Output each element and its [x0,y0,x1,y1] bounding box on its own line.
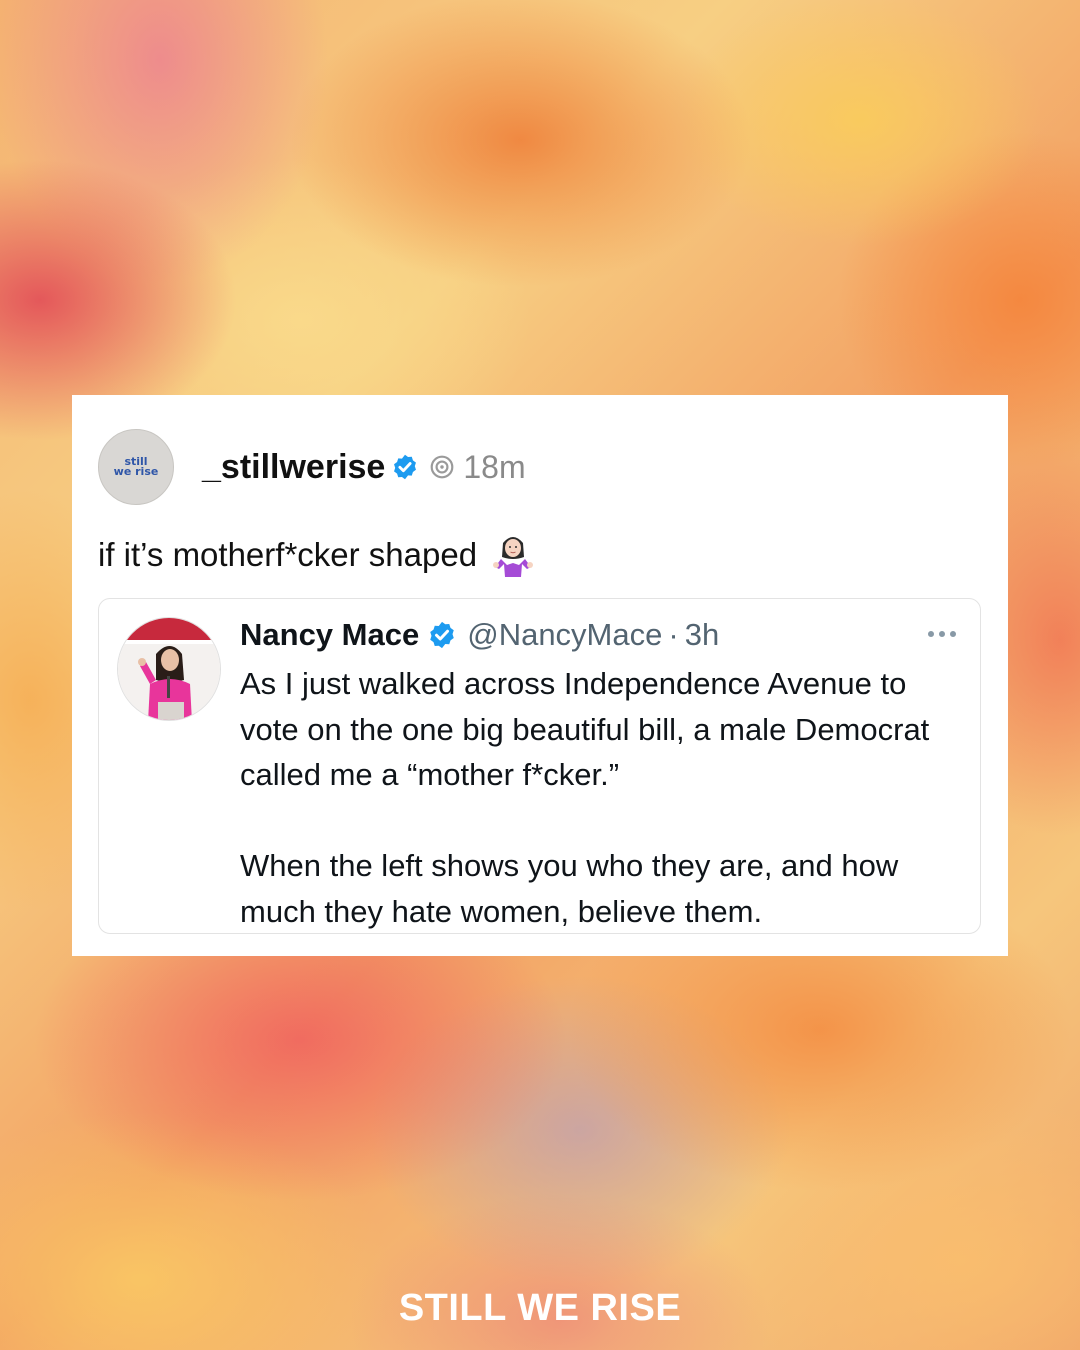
quoted-tweet[interactable]: Nancy Mace @NancyMace · 3h As I just wal… [98,598,981,934]
quoted-author-photo [118,618,220,720]
quoted-author-handle[interactable]: @NancyMace [467,617,662,653]
post-card: still we rise _stillwerise 18m if it’s m… [72,395,1008,956]
quoted-tweet-paragraph: When the left shows you who they are, an… [240,848,899,929]
quoted-tweet-body: As I just walked across Independence Ave… [240,661,970,934]
post-time: 18m [463,448,526,485]
more-options-icon[interactable] [926,629,958,639]
post-header: still we rise _stillwerise 18m [98,429,526,505]
separator-dot: · [668,617,679,652]
quoted-author-name[interactable]: Nancy Mace [240,617,419,653]
threads-icon [430,455,454,479]
woman-shrugging-icon [493,537,534,577]
quoted-author-avatar[interactable] [117,617,221,721]
quoted-tweet-paragraph: As I just walked across Independence Ave… [240,666,930,792]
avatar-logo: still we rise [113,455,159,478]
profile-avatar[interactable]: still we rise [98,429,174,505]
brand-footer: STILL WE RISE [398,1287,682,1329]
quoted-tweet-time[interactable]: 3h [685,617,719,653]
post-caption: if it’s motherf*cker shaped [98,536,478,573]
post-username[interactable]: _stillwerise [202,448,385,487]
verified-badge-icon [430,621,454,649]
post-text: if it’s motherf*cker shaped [98,533,535,577]
verified-badge-icon [394,454,417,480]
quoted-tweet-header: Nancy Mace @NancyMace · 3h [240,615,719,655]
